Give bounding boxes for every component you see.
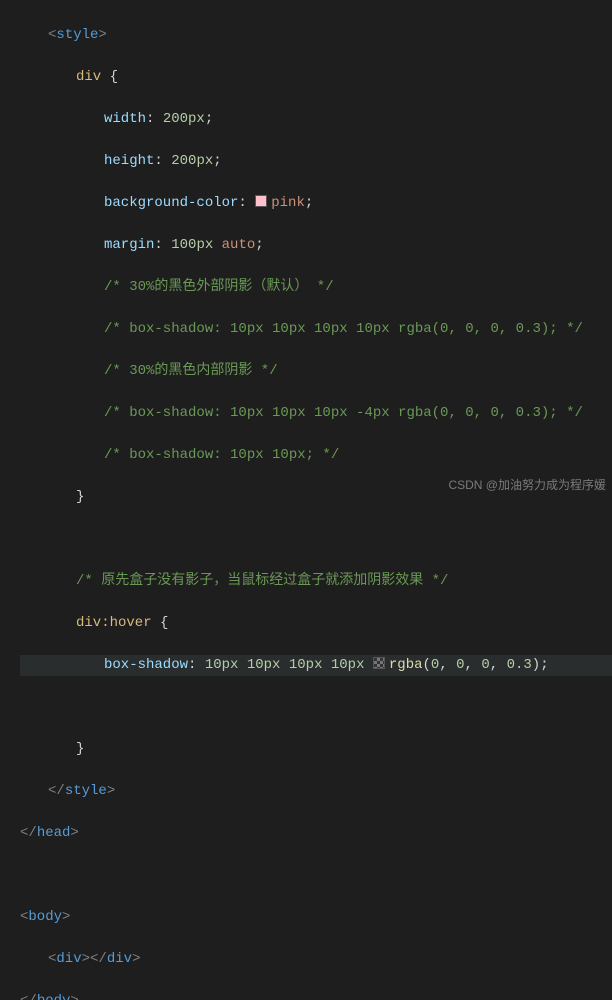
tag-div-close: div	[107, 951, 132, 967]
color-swatch-rgba[interactable]	[373, 657, 385, 669]
val-width: 200px	[163, 111, 205, 127]
tag-div-open: div	[56, 951, 81, 967]
val-margin-2: auto	[222, 237, 256, 253]
tag-body-open: body	[28, 909, 62, 925]
val-height: 200px	[171, 153, 213, 169]
semi: ;	[213, 153, 221, 169]
comment-c4: /* box-shadow: 10px 10px 10px -4px rgba(…	[104, 405, 583, 421]
val-bs-4: 10px	[331, 657, 365, 673]
prop-width: width	[104, 111, 146, 127]
prop-box-shadow: box-shadow	[104, 657, 188, 673]
prop-bgcolor: background-color	[104, 195, 238, 211]
val-bs-2: 10px	[247, 657, 281, 673]
arg-4: 0.3	[507, 657, 532, 673]
comment-c3: /* 30%的黑色内部阴影 */	[104, 363, 278, 379]
watermark: CSDN @加油努力成为程序媛	[448, 475, 606, 496]
prop-margin: margin	[104, 237, 154, 253]
brace-open: {	[110, 69, 118, 85]
brace-close: }	[76, 489, 84, 505]
arg-2: 0	[456, 657, 464, 673]
semi: ;	[540, 657, 548, 673]
prop-height: height	[104, 153, 154, 169]
tag-style-close: style	[65, 783, 107, 799]
color-swatch-pink[interactable]	[255, 195, 267, 207]
brace-open: {	[160, 615, 168, 631]
comment-c1: /* 30%的黑色外部阴影（默认） */	[104, 279, 334, 295]
selector-div: div	[76, 69, 101, 85]
semi: ;	[205, 111, 213, 127]
semi: ;	[305, 195, 313, 211]
brace-close: }	[76, 741, 84, 757]
val-bgcolor: pink	[271, 195, 305, 211]
arg-1: 0	[431, 657, 439, 673]
tag-style-open: style	[56, 27, 98, 43]
code-editor[interactable]: <style> div { width: 200px; height: 200p…	[0, 0, 612, 1000]
tag-head-close: head	[37, 825, 71, 841]
arg-3: 0	[481, 657, 489, 673]
val-bs-3: 10px	[289, 657, 323, 673]
comment-hover: /* 原先盒子没有影子，当鼠标经过盒子就添加阴影效果 */	[76, 573, 448, 589]
val-margin-1: 100px	[171, 237, 213, 253]
semi: ;	[255, 237, 263, 253]
comment-c5: /* box-shadow: 10px 10px; */	[104, 447, 339, 463]
func-rgba: rgba	[389, 657, 423, 673]
tag-body-close: body	[37, 993, 71, 1000]
val-bs-1: 10px	[205, 657, 239, 673]
comment-c2: /* box-shadow: 10px 10px 10px 10px rgba(…	[104, 321, 583, 337]
selector-div-hover: div:hover	[76, 615, 152, 631]
